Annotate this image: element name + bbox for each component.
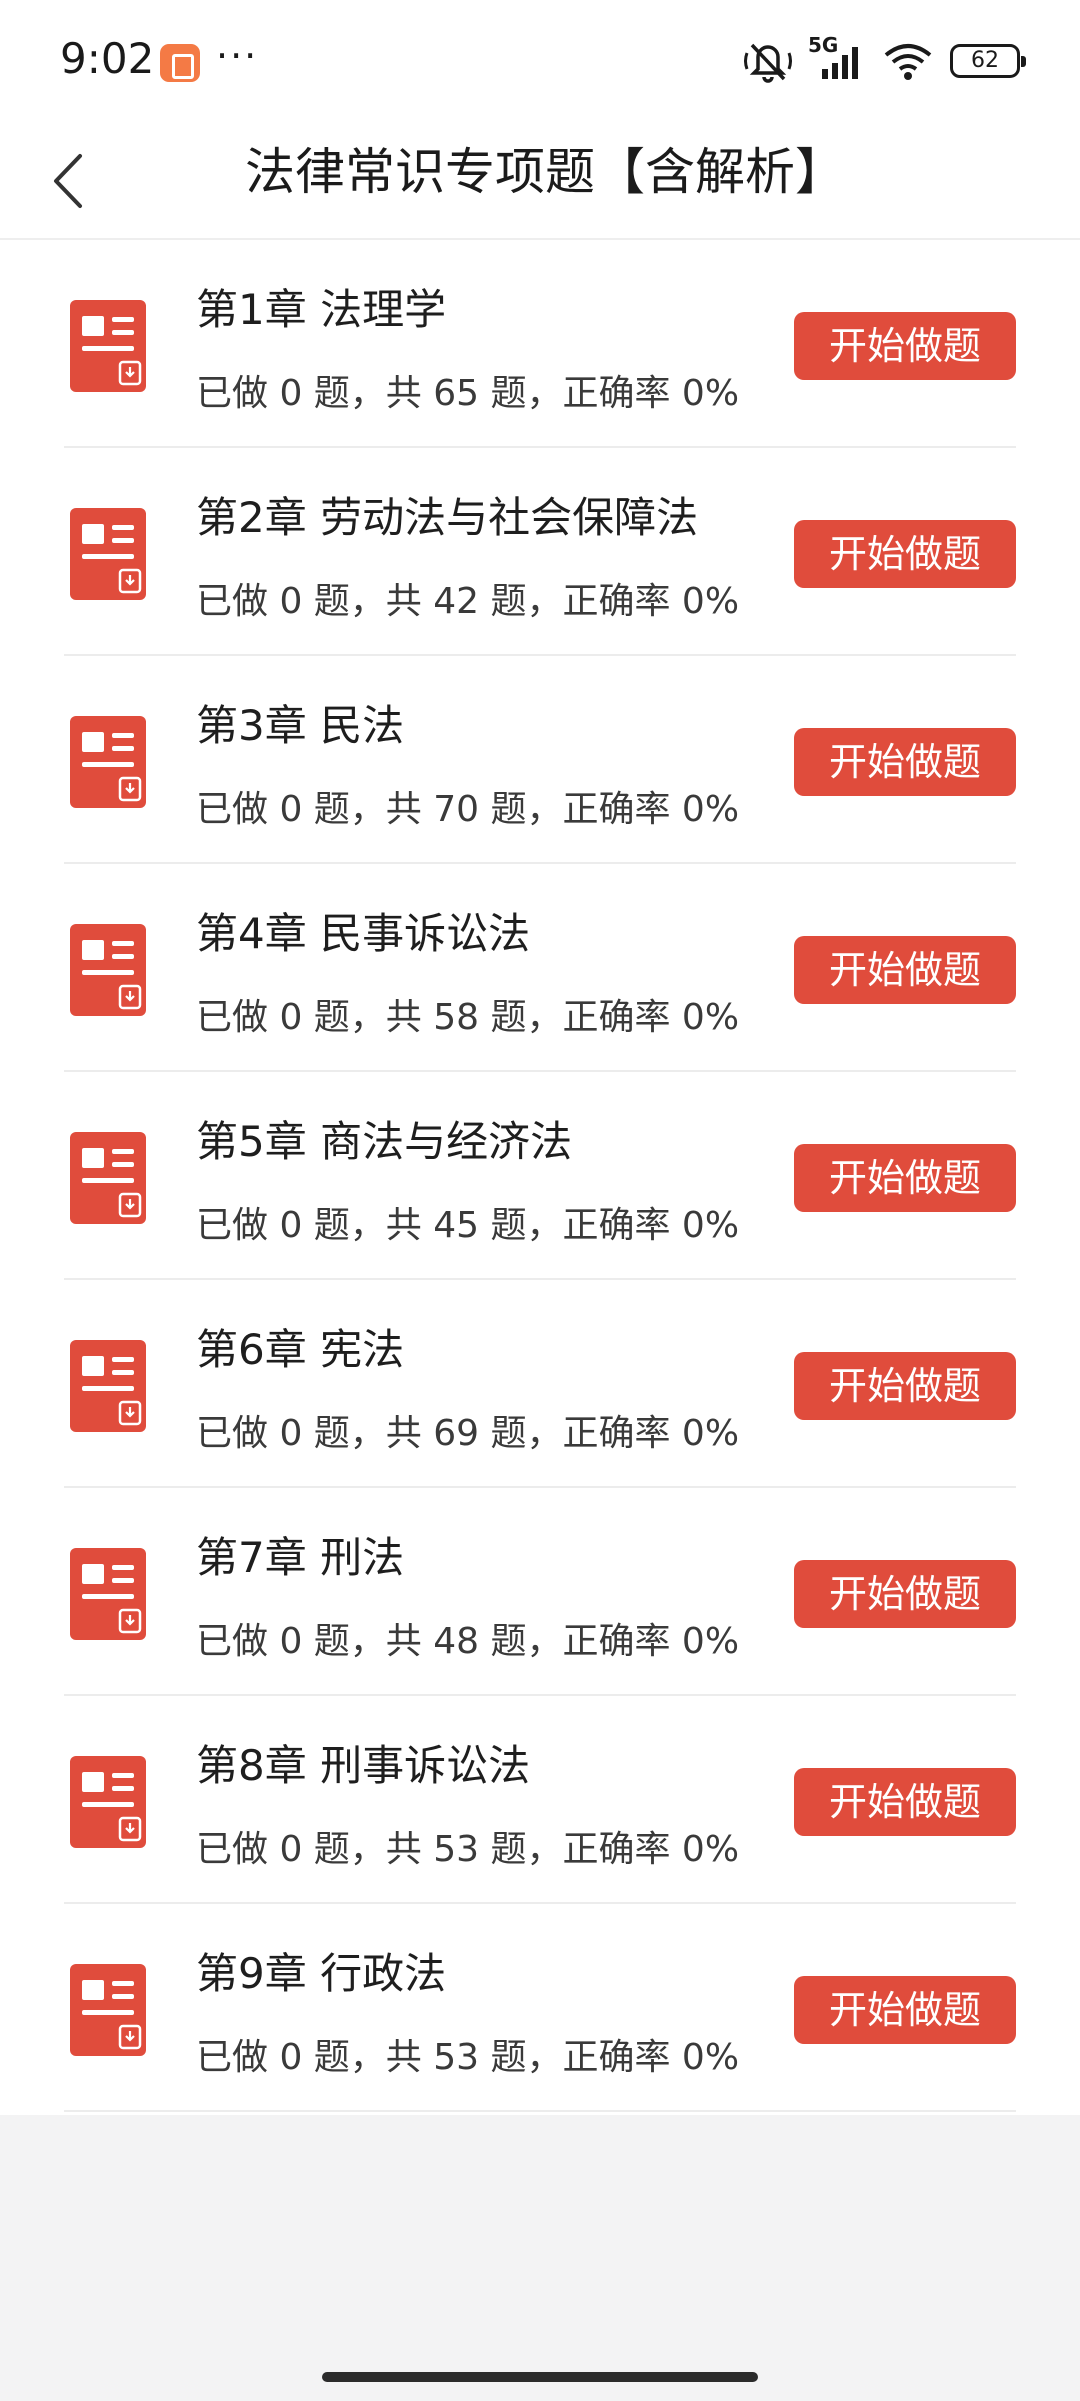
signal-icon — [822, 47, 858, 79]
chapter-item[interactable]: 第3章 民法已做 0 题，共 70 题，正确率 0% 开始做题 — [0, 656, 1080, 864]
network-type-5g: 5G — [808, 33, 866, 83]
battery-icon: 62 — [950, 44, 1026, 78]
start-practice-button[interactable]: 开始做题 — [794, 1352, 1016, 1420]
practice-document-icon — [70, 1548, 146, 1640]
chapter-item[interactable]: 第8章 刑事诉讼法已做 0 题，共 53 题，正确率 0% 开始做题 — [0, 1696, 1080, 1904]
chapter-item[interactable]: 第6章 宪法已做 0 题，共 69 题，正确率 0% 开始做题 — [0, 1280, 1080, 1488]
start-practice-button[interactable]: 开始做题 — [794, 1144, 1016, 1212]
divider — [64, 2110, 1016, 2112]
practice-document-icon — [70, 1340, 146, 1432]
start-practice-button[interactable]: 开始做题 — [794, 1560, 1016, 1628]
chapter-title: 第3章 民法 — [196, 701, 405, 750]
practice-document-icon — [70, 924, 146, 1016]
mute-vibrate-icon — [744, 43, 792, 83]
home-indicator[interactable] — [322, 2372, 758, 2382]
chapter-title: 第5章 商法与经济法 — [196, 1117, 573, 1166]
status-icons: 5G 62 — [744, 33, 1026, 86]
chapter-item[interactable]: 第5章 商法与经济法已做 0 题，共 45 题，正确率 0% 开始做题 — [0, 1072, 1080, 1280]
chapter-stats: 已做 0 题，共 53 题，正确率 0% — [196, 1829, 740, 1870]
chapter-item[interactable]: 第9章 行政法已做 0 题，共 53 题，正确率 0% 开始做题 — [0, 1904, 1080, 2112]
chapter-item[interactable]: 第7章 刑法已做 0 题，共 48 题，正确率 0% 开始做题 — [0, 1488, 1080, 1696]
wifi-icon — [884, 44, 932, 80]
start-practice-button[interactable]: 开始做题 — [794, 312, 1016, 380]
chapter-title: 第1章 法理学 — [196, 285, 447, 334]
chapter-item[interactable]: 第2章 劳动法与社会保障法已做 0 题，共 42 题，正确率 0% 开始做题 — [0, 448, 1080, 656]
chapter-title: 第7章 刑法 — [196, 1533, 405, 1582]
chapter-title: 第4章 民事诉讼法 — [196, 909, 531, 958]
chapter-stats: 已做 0 题，共 42 题，正确率 0% — [196, 581, 740, 622]
practice-document-icon — [70, 300, 146, 392]
start-practice-button[interactable]: 开始做题 — [794, 728, 1016, 796]
chapter-title: 第9章 行政法 — [196, 1949, 447, 1998]
practice-document-icon — [70, 716, 146, 808]
more-notifications-icon: ··· — [216, 34, 259, 78]
chapter-list: 第1章 法理学 已做 0 题，共 65 题，正确率 0% 开始做题 第2章 劳动法与社… — [0, 240, 1080, 2115]
chapter-stats: 已做 0 题，共 58 题，正确率 0% — [196, 997, 740, 1038]
status-time: 9:02 — [60, 34, 155, 83]
chapter-title: 第2章 劳动法与社会保障法 — [196, 493, 699, 542]
chapter-stats: 已做 0 题，共 65 题，正确率 0% — [196, 373, 740, 414]
app-notification-icon — [160, 44, 200, 82]
status-bar: 9:02 ··· 5G 62 — [0, 0, 1080, 122]
chapter-item[interactable]: 第1章 法理学已做 0 题，共 65 题，正确率 0% 开始做题 — [0, 240, 1080, 448]
chapter-stats: 已做 0 题，共 53 题，正确率 0% — [196, 2037, 740, 2078]
chapter-title: 第6章 宪法 — [196, 1325, 405, 1374]
start-practice-button[interactable]: 开始做题 — [794, 520, 1016, 588]
title-bar: 法律常识专项题【含解析】 — [0, 122, 1080, 240]
chapter-item[interactable]: 第4章 民事诉讼法已做 0 题，共 58 题，正确率 0% 开始做题 — [0, 864, 1080, 1072]
start-practice-button[interactable]: 开始做题 — [794, 1768, 1016, 1836]
practice-document-icon — [70, 508, 146, 600]
practice-document-icon — [70, 1756, 146, 1848]
chapter-title: 第8章 刑事诉讼法 — [196, 1741, 531, 1790]
chapter-stats: 已做 0 题，共 69 题，正确率 0% — [196, 1413, 740, 1454]
page-title: 法律常识专项题【含解析】 — [245, 143, 845, 201]
practice-document-icon — [70, 1132, 146, 1224]
chapter-stats: 已做 0 题，共 70 题，正确率 0% — [196, 789, 740, 830]
start-practice-button[interactable]: 开始做题 — [794, 1976, 1016, 2044]
chapter-stats: 已做 0 题，共 45 题，正确率 0% — [196, 1205, 740, 1246]
chapter-stats: 已做 0 题，共 48 题，正确率 0% — [196, 1621, 740, 1662]
practice-document-icon — [70, 1964, 146, 2056]
start-practice-button[interactable]: 开始做题 — [794, 936, 1016, 1004]
